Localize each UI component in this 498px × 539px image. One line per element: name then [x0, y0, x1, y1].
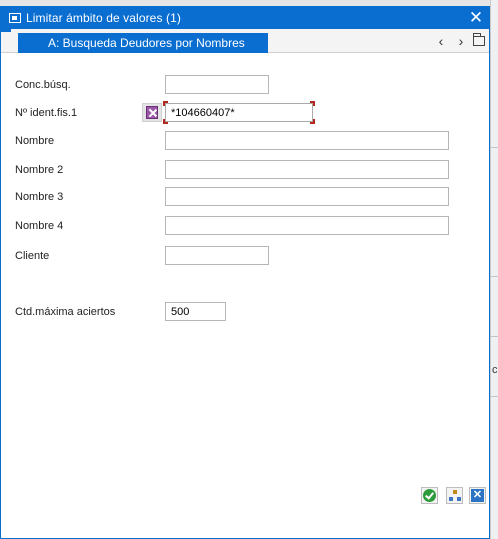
selection-options-icon[interactable] — [142, 103, 162, 122]
close-dialog-button[interactable]: ✕ — [467, 8, 485, 28]
row-max-hits: Ctd.máxima aciertos — [1, 302, 489, 324]
nombre4-label: Nombre 4 — [15, 220, 64, 232]
bg-grid-line — [491, 147, 498, 148]
nombre-label: Nombre — [15, 135, 55, 147]
nombre-input[interactable] — [165, 131, 449, 150]
conc-busq-label: Conc.búsq. — [15, 79, 71, 91]
tab-scroll-left-icon[interactable]: ‹ — [434, 33, 448, 49]
cancel-button[interactable]: ✕ — [469, 487, 486, 504]
nif-field-wrapper — [163, 101, 315, 124]
nombre4-input[interactable] — [165, 216, 449, 235]
nif-label: Nº ident.fis.1 — [15, 107, 78, 119]
focus-corner — [310, 101, 315, 106]
tree-node-icon — [457, 497, 461, 501]
background-window: ci — [490, 0, 498, 539]
conc-busq-input[interactable] — [165, 75, 269, 94]
focus-corner — [163, 119, 168, 124]
row-nif: Nº ident.fis.1 — [1, 101, 489, 125]
tab-list-folder-icon[interactable] — [472, 33, 486, 49]
max-hits-input[interactable] — [165, 302, 226, 321]
cliente-input[interactable] — [165, 246, 269, 265]
hierarchy-button[interactable] — [446, 487, 463, 504]
checkmark-icon — [423, 489, 436, 502]
nombre2-input[interactable] — [165, 160, 449, 179]
bg-grid-line — [491, 396, 498, 397]
tree-node-icon — [453, 490, 457, 494]
tab-strip: A: Busqueda Deudores por Nombres ‹ › — [1, 29, 489, 53]
row-nombre2: Nombre 2 — [1, 160, 489, 182]
tab-scroll-right-icon[interactable]: › — [454, 33, 468, 49]
tree-node-icon — [449, 497, 453, 501]
row-nombre4: Nombre 4 — [1, 216, 489, 238]
confirm-button[interactable] — [421, 487, 438, 504]
bg-text-fragment: ci — [492, 364, 498, 376]
dialog-icon — [9, 13, 21, 23]
row-nombre3: Nombre 3 — [1, 187, 489, 209]
focus-corner — [310, 119, 315, 124]
nombre2-label: Nombre 2 — [15, 164, 64, 176]
row-nombre: Nombre — [1, 131, 489, 153]
max-hits-label: Ctd.máxima aciertos — [15, 306, 116, 318]
row-cliente: Cliente — [1, 246, 489, 268]
bg-grid-line — [491, 276, 498, 277]
focus-corner — [163, 101, 168, 106]
value-range-dialog: Limitar ámbito de valores (1) ✕ A: Busqu… — [0, 6, 490, 539]
dialog-titlebar[interactable]: Limitar ámbito de valores (1) ✕ — [1, 7, 489, 29]
row-conc-busq: Conc.búsq. — [1, 75, 489, 97]
nombre3-label: Nombre 3 — [15, 191, 64, 203]
bg-grid-line — [491, 336, 498, 337]
cliente-label: Cliente — [15, 250, 50, 262]
nombre3-input[interactable] — [165, 187, 449, 206]
nif-input[interactable] — [165, 103, 313, 122]
close-icon: ✕ — [471, 489, 484, 502]
tab-busqueda-deudores[interactable]: A: Busqueda Deudores por Nombres — [18, 33, 268, 53]
dialog-title: Limitar ámbito de valores (1) — [26, 11, 181, 25]
tab-accent-bar — [1, 29, 11, 32]
